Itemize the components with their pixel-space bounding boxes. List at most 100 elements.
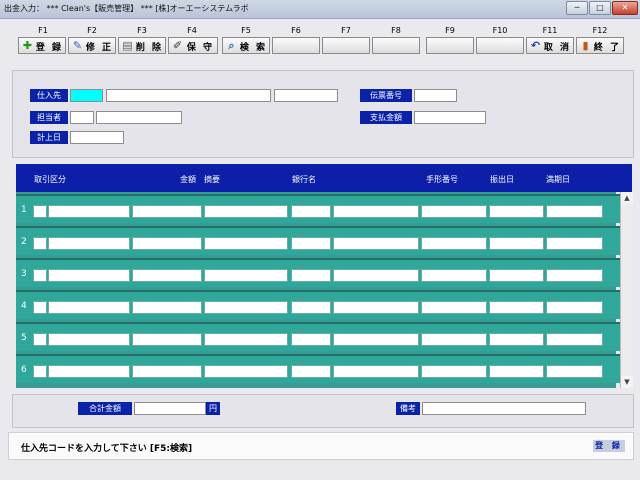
f3-delete-button[interactable]: ▤ 削 除 [118,37,166,54]
scroll-down-icon[interactable]: ▼ [621,376,633,388]
scroll-up-icon[interactable]: ▲ [621,192,633,204]
remarks-input[interactable] [422,402,586,415]
fkey-num-f2: F2 [87,26,97,35]
f10-button[interactable] [476,37,524,54]
amount-cell[interactable] [132,333,202,346]
bank-name-cell[interactable] [333,365,419,378]
bank-name-cell[interactable] [333,301,419,314]
f11-cancel-button[interactable]: ↶ 取 消 [526,37,574,54]
window-title: 出金入力： *** Clean's【販売管理】 *** [株]オーエーシステムラ… [4,4,249,13]
type-code-cell[interactable] [33,301,47,314]
close-button[interactable]: ✕ [612,1,638,15]
amount-cell[interactable] [132,301,202,314]
amount-cell[interactable] [132,365,202,378]
bill-number-cell[interactable] [421,269,487,282]
bank-code-cell[interactable] [291,333,331,346]
staff-name-field[interactable] [96,111,182,124]
grid-scrollbar[interactable]: ▲ ▼ [620,192,633,388]
bank-name-cell[interactable] [333,237,419,250]
supplier-code-input[interactable] [70,89,103,102]
col-bank-name: 銀行名 [292,175,316,184]
f4-maintain-button[interactable]: ✐ 保 守 [168,37,218,54]
supplier-name-field[interactable] [106,89,271,102]
type-name-cell[interactable] [48,333,130,346]
due-date-cell[interactable] [546,237,603,250]
bank-name-cell[interactable] [333,205,419,218]
bank-code-cell[interactable] [291,365,331,378]
payment-amount-field[interactable] [414,111,486,124]
amount-cell[interactable] [132,269,202,282]
type-name-cell[interactable] [48,269,130,282]
f11-label: 取 消 [543,43,572,53]
slip-number-input[interactable] [414,89,457,102]
f3-label: 削 除 [135,43,164,53]
due-date-cell[interactable] [546,333,603,346]
supplier-extra-field[interactable] [274,89,338,102]
bank-code-cell[interactable] [291,269,331,282]
f4-label: 保 守 [186,43,215,53]
table-row: 2 [16,226,620,255]
bank-code-cell[interactable] [291,205,331,218]
plus-icon: ✚ [22,39,33,52]
maximize-icon: □ [596,3,604,12]
type-code-cell[interactable] [33,205,47,218]
f6-button[interactable] [272,37,320,54]
f1-register-button[interactable]: ✚ 登 録 [18,37,66,54]
issue-date-cell[interactable] [489,237,544,250]
bank-code-cell[interactable] [291,301,331,314]
description-cell[interactable] [204,301,288,314]
issue-date-cell[interactable] [489,205,544,218]
description-cell[interactable] [204,333,288,346]
staff-code-input[interactable] [70,111,94,124]
issue-date-cell[interactable] [489,333,544,346]
due-date-cell[interactable] [546,205,603,218]
type-code-cell[interactable] [33,237,47,250]
description-cell[interactable] [204,205,288,218]
bill-number-cell[interactable] [421,333,487,346]
table-row: 6 [16,354,620,383]
minimize-icon: ─ [574,3,580,12]
amount-cell[interactable] [132,205,202,218]
issue-date-cell[interactable] [489,301,544,314]
due-date-cell[interactable] [546,269,603,282]
edit-icon: ✐ [172,39,183,52]
col-bill-number: 手形番号 [426,175,458,184]
issue-date-cell[interactable] [489,365,544,378]
type-name-cell[interactable] [48,301,130,314]
bank-name-cell[interactable] [333,333,419,346]
f9-button[interactable] [426,37,474,54]
type-name-cell[interactable] [48,205,130,218]
row-number: 2 [21,237,27,247]
minimize-button[interactable]: ─ [566,1,588,15]
bill-number-cell[interactable] [421,301,487,314]
fkey-num-f5: F5 [241,26,251,35]
f5-search-button[interactable]: ⌕ 検 索 [222,37,270,54]
type-name-cell[interactable] [48,365,130,378]
f2-label: 修 正 [85,43,114,53]
bill-number-cell[interactable] [421,365,487,378]
bank-name-cell[interactable] [333,269,419,282]
f8-button[interactable] [372,37,420,54]
type-code-cell[interactable] [33,269,47,282]
f12-exit-button[interactable]: ▮ 終 了 [576,37,624,54]
due-date-cell[interactable] [546,365,603,378]
bill-number-cell[interactable] [421,205,487,218]
f7-button[interactable] [322,37,370,54]
maximize-button[interactable]: □ [589,1,611,15]
description-cell[interactable] [204,237,288,250]
f2-modify-button[interactable]: ✎ 修 正 [68,37,116,54]
detail-grid: 1 2 3 4 5 6 [16,192,620,388]
fkey-num-f1: F1 [38,26,48,35]
remarks-label: 備考 [396,402,420,415]
amount-cell[interactable] [132,237,202,250]
due-date-cell[interactable] [546,301,603,314]
date-input[interactable] [70,131,124,144]
type-code-cell[interactable] [33,333,47,346]
type-name-cell[interactable] [48,237,130,250]
description-cell[interactable] [204,365,288,378]
type-code-cell[interactable] [33,365,47,378]
description-cell[interactable] [204,269,288,282]
issue-date-cell[interactable] [489,269,544,282]
bank-code-cell[interactable] [291,237,331,250]
bill-number-cell[interactable] [421,237,487,250]
